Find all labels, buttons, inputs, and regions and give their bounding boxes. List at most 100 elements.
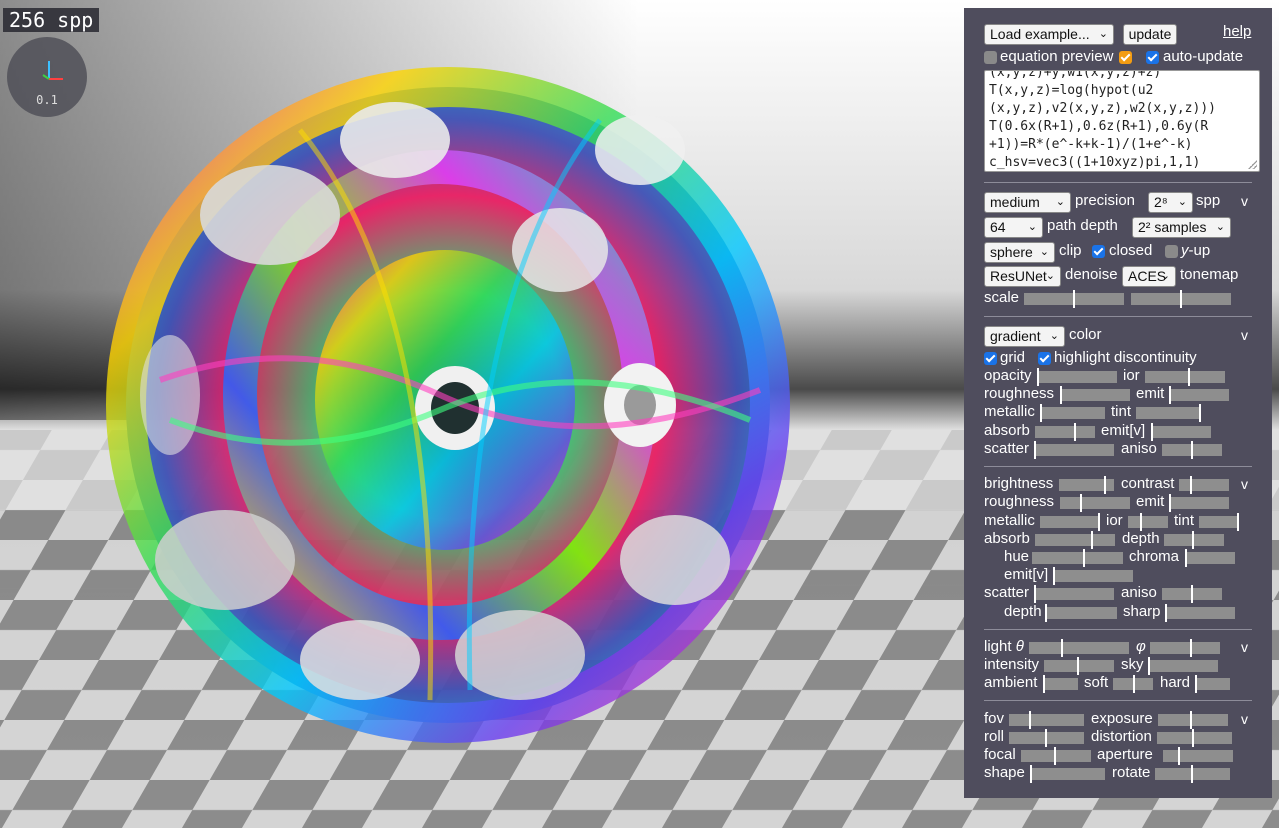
resize-handle-icon[interactable] <box>1248 160 1257 169</box>
hard-slider[interactable] <box>1195 675 1230 693</box>
slider-thumb[interactable] <box>1030 765 1032 783</box>
slider-thumb[interactable] <box>1199 404 1201 422</box>
slider-thumb[interactable] <box>1190 639 1192 657</box>
slider-thumb[interactable] <box>1178 747 1180 765</box>
slider-thumb[interactable] <box>1165 604 1167 622</box>
exposure-slider[interactable] <box>1158 711 1228 729</box>
intensity-slider[interactable] <box>1044 657 1114 675</box>
clip-select[interactable]: sphere ⌄ <box>984 242 1055 263</box>
slider-thumb[interactable] <box>1077 657 1079 675</box>
adjust-roughness-slider[interactable] <box>1060 494 1130 512</box>
chroma-slider[interactable] <box>1185 549 1235 567</box>
sky-slider[interactable] <box>1148 657 1218 675</box>
opacity-slider[interactable] <box>1037 368 1117 386</box>
precision-select[interactable]: medium ⌄ <box>984 192 1071 213</box>
slider-thumb[interactable] <box>1060 386 1062 404</box>
equation-editor[interactable]: (x,y,z)+y,w1(x,y,z)+z) T(x,y,z)=log(hypo… <box>984 70 1260 172</box>
brightness-slider[interactable] <box>1059 476 1114 494</box>
slider-thumb[interactable] <box>1148 657 1150 675</box>
adjust-metallic-slider[interactable] <box>1040 513 1100 531</box>
light-phi-slider[interactable] <box>1150 639 1220 657</box>
slider-thumb[interactable] <box>1237 513 1239 531</box>
denoise-select[interactable]: ResUNet ⌄ <box>984 266 1061 287</box>
slider-thumb[interactable] <box>1185 549 1187 567</box>
equation-preview-checkbox[interactable] <box>984 51 997 64</box>
adjust-absorb-slider[interactable] <box>1035 531 1115 549</box>
contrast-slider[interactable] <box>1179 476 1229 494</box>
scale-slider-2[interactable] <box>1131 290 1231 308</box>
adjust-section-toggle[interactable]: v <box>1241 475 1248 493</box>
slider-thumb[interactable] <box>1133 675 1135 693</box>
slider-thumb[interactable] <box>1195 675 1197 693</box>
spp-select[interactable]: 2⁸ ⌄ <box>1148 192 1193 213</box>
slider-thumb[interactable] <box>1192 531 1194 549</box>
absorb-slider[interactable] <box>1035 423 1095 441</box>
slider-thumb[interactable] <box>1043 675 1045 693</box>
soft-slider[interactable] <box>1113 675 1153 693</box>
ior-slider[interactable] <box>1145 368 1225 386</box>
auto-update-checkbox[interactable] <box>1146 51 1159 64</box>
roughness-slider[interactable] <box>1060 386 1130 404</box>
aniso-slider[interactable] <box>1162 441 1222 459</box>
slider-thumb[interactable] <box>1034 585 1036 603</box>
roll-slider[interactable] <box>1009 729 1084 747</box>
tint-slider[interactable] <box>1136 404 1201 422</box>
rotate-slider[interactable] <box>1155 765 1230 783</box>
emit-v-slider[interactable] <box>1151 423 1211 441</box>
sharp-slider[interactable] <box>1165 604 1235 622</box>
update-button[interactable]: update <box>1123 24 1177 45</box>
slider-thumb[interactable] <box>1061 639 1063 657</box>
metallic-slider[interactable] <box>1040 404 1105 422</box>
material-section-toggle[interactable]: v <box>1241 326 1248 344</box>
aperture-slider[interactable] <box>1163 747 1233 765</box>
path-depth-select[interactable]: 64 ⌄ <box>984 217 1043 238</box>
highlight-discontinuity-checkbox[interactable] <box>1038 352 1051 365</box>
scale-slider-1[interactable] <box>1024 290 1124 308</box>
slider-thumb[interactable] <box>1151 423 1153 441</box>
light-theta-slider[interactable] <box>1029 639 1129 657</box>
scatter-slider[interactable] <box>1034 441 1114 459</box>
slider-thumb[interactable] <box>1040 404 1042 422</box>
adjust-depth2-slider[interactable] <box>1045 604 1117 622</box>
slider-thumb[interactable] <box>1169 494 1171 512</box>
slider-thumb[interactable] <box>1045 729 1047 747</box>
slider-thumb[interactable] <box>1034 441 1036 459</box>
load-example-select[interactable]: Load example... ⌄ <box>984 24 1114 45</box>
closed-checkbox[interactable] <box>1092 245 1105 258</box>
adjust-ior-slider[interactable] <box>1128 513 1168 531</box>
slider-thumb[interactable] <box>1074 423 1076 441</box>
adjust-tint-slider[interactable] <box>1199 513 1239 531</box>
adjust-scatter-slider[interactable] <box>1034 585 1114 603</box>
slider-thumb[interactable] <box>1191 441 1193 459</box>
slider-thumb[interactable] <box>1192 729 1194 747</box>
axes-gizmo[interactable]: 0.1 <box>7 37 87 117</box>
adjust-depth-slider[interactable] <box>1164 531 1224 549</box>
help-link[interactable]: help <box>1223 23 1251 41</box>
adjust-aniso-slider[interactable] <box>1162 585 1222 603</box>
slider-thumb[interactable] <box>1190 711 1192 729</box>
shape-slider[interactable] <box>1030 765 1105 783</box>
render-section-toggle[interactable]: v <box>1241 192 1248 210</box>
slider-thumb[interactable] <box>1104 476 1106 494</box>
slider-thumb[interactable] <box>1169 386 1171 404</box>
slider-thumb[interactable] <box>1083 549 1085 567</box>
slider-thumb[interactable] <box>1053 567 1055 585</box>
tonemap-select[interactable]: ACES ⌄ <box>1122 266 1176 287</box>
slider-thumb[interactable] <box>1188 368 1190 386</box>
slider-thumb[interactable] <box>1091 531 1093 549</box>
slider-thumb[interactable] <box>1098 513 1100 531</box>
slider-thumb[interactable] <box>1191 765 1193 783</box>
slider-thumb[interactable] <box>1045 604 1047 622</box>
slider-thumb[interactable] <box>1180 290 1182 308</box>
distortion-slider[interactable] <box>1157 729 1232 747</box>
adjust-emit-v-slider[interactable] <box>1053 567 1133 585</box>
slider-thumb[interactable] <box>1037 368 1039 386</box>
slider-thumb[interactable] <box>1029 711 1031 729</box>
slider-thumb[interactable] <box>1054 747 1056 765</box>
fov-slider[interactable] <box>1009 711 1084 729</box>
y-up-checkbox[interactable] <box>1165 245 1178 258</box>
slider-thumb[interactable] <box>1140 513 1142 531</box>
samples-select[interactable]: 2² samples ⌄ <box>1132 217 1231 238</box>
camera-section-toggle[interactable]: v <box>1241 710 1248 728</box>
hue-slider[interactable] <box>1032 549 1123 567</box>
